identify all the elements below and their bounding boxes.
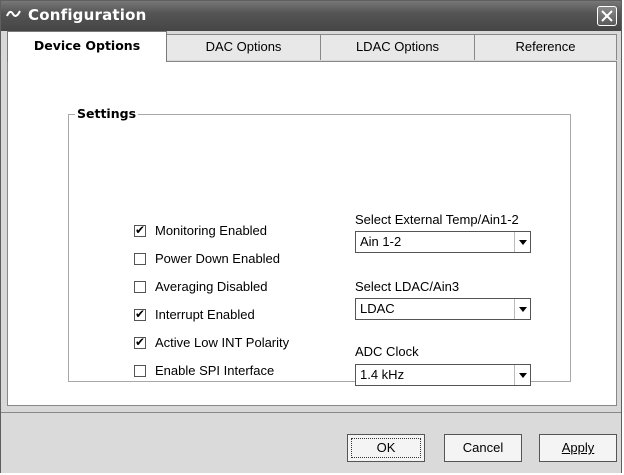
ok-button[interactable]: OK <box>347 434 425 462</box>
tab-ldac-options[interactable]: LDAC Options <box>320 34 475 60</box>
checkbox-label: Power Down Enabled <box>155 251 281 266</box>
checkbox-box[interactable]: ✔ <box>134 335 146 349</box>
waveform-icon <box>6 8 22 22</box>
device-options-panel: Settings ✔ Monitoring Enabled Power Down… <box>7 61 617 406</box>
cancel-button-label: Cancel <box>462 440 504 455</box>
close-icon <box>601 10 613 22</box>
select-value: Ain 1-2 <box>360 234 402 249</box>
window-title: Configuration <box>28 6 147 24</box>
apply-button-label: Apply <box>561 440 595 455</box>
tab-label: Reference <box>515 39 576 54</box>
ldac-ain3-select[interactable]: LDAC <box>355 298 531 320</box>
tab-reference[interactable]: Reference <box>474 34 617 60</box>
settings-group-label: Settings <box>75 106 139 121</box>
check-mark-icon: ✔ <box>135 335 146 349</box>
tab-label: Device Options <box>33 38 141 53</box>
checkbox-label: Active Low INT Polarity <box>155 335 290 350</box>
checkbox-box[interactable] <box>134 281 146 293</box>
ok-button-label: OK <box>376 440 396 455</box>
tab-label: LDAC Options <box>355 39 440 54</box>
checkbox-label: Averaging Disabled <box>155 279 268 294</box>
tab-label: DAC Options <box>205 39 282 54</box>
adc-clock-label: ADC Clock <box>355 344 419 359</box>
chevron-down-icon[interactable] <box>514 365 530 385</box>
check-mark-icon: ✔ <box>135 223 146 237</box>
chevron-down-icon[interactable] <box>514 232 530 252</box>
check-mark-icon: ✔ <box>135 307 146 321</box>
select-value: 1.4 kHz <box>360 367 405 382</box>
external-temp-label: Select External Temp/Ain1-2 <box>355 212 519 227</box>
close-button[interactable] <box>597 6 617 26</box>
adc-clock-select[interactable]: 1.4 kHz <box>355 364 531 386</box>
checkbox-label: Interrupt Enabled <box>155 307 255 322</box>
checkbox-box[interactable]: ✔ <box>134 223 146 237</box>
tab-dac-options[interactable]: DAC Options <box>166 34 321 60</box>
dialog-button-bar: OK Cancel Apply <box>1 412 621 473</box>
settings-groupbox: Settings ✔ Monitoring Enabled Power Down… <box>68 106 571 386</box>
checkbox-box[interactable]: ✔ <box>134 307 146 321</box>
checkbox-box[interactable] <box>134 365 146 377</box>
tab-device-options[interactable]: Device Options <box>7 31 167 62</box>
cancel-button[interactable]: Cancel <box>444 434 522 462</box>
checkbox-box[interactable] <box>134 253 146 265</box>
ldac-ain3-label: Select LDAC/Ain3 <box>355 279 460 294</box>
external-temp-select[interactable]: Ain 1-2 <box>355 231 531 253</box>
configuration-window: Configuration Device Options DAC Options… <box>0 0 622 473</box>
checkbox-label: Monitoring Enabled <box>155 223 268 238</box>
tab-strip: Device Options DAC Options LDAC Options … <box>1 31 621 62</box>
chevron-down-icon[interactable] <box>514 299 530 319</box>
apply-button[interactable]: Apply <box>539 434 617 462</box>
title-bar[interactable]: Configuration <box>1 1 621 31</box>
select-value: LDAC <box>360 301 395 316</box>
checkbox-label: Enable SPI Interface <box>155 363 275 378</box>
ok-focus-rect: OK <box>351 438 421 458</box>
